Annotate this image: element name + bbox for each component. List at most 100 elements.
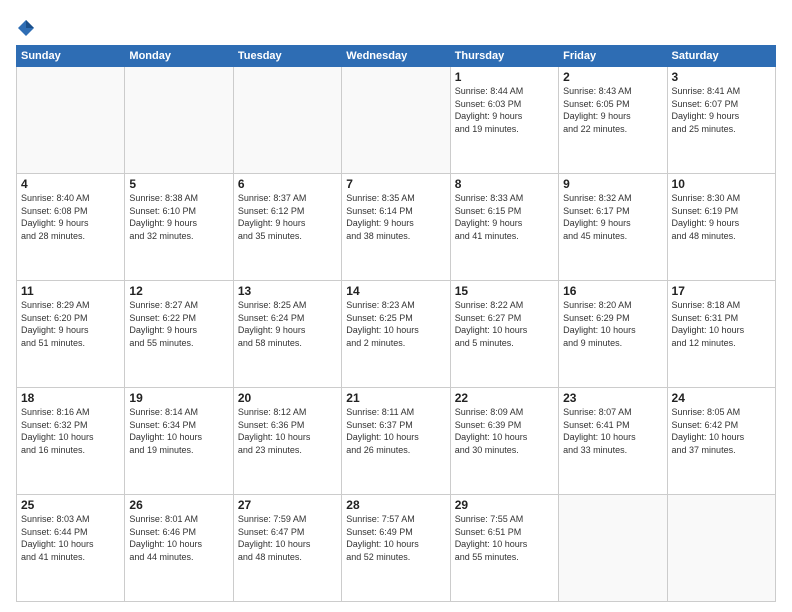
day-number: 11 (21, 284, 120, 298)
logo-text (16, 16, 35, 37)
day-info: Sunrise: 8:22 AM Sunset: 6:27 PM Dayligh… (455, 299, 554, 349)
week-row-1: 1Sunrise: 8:44 AM Sunset: 6:03 PM Daylig… (17, 67, 776, 174)
calendar-cell (342, 67, 450, 174)
day-info: Sunrise: 8:23 AM Sunset: 6:25 PM Dayligh… (346, 299, 445, 349)
day-number: 18 (21, 391, 120, 405)
calendar-cell (559, 495, 667, 602)
calendar-cell: 27Sunrise: 7:59 AM Sunset: 6:47 PM Dayli… (233, 495, 341, 602)
day-number: 2 (563, 70, 662, 84)
day-number: 19 (129, 391, 228, 405)
calendar-cell: 23Sunrise: 8:07 AM Sunset: 6:41 PM Dayli… (559, 388, 667, 495)
day-number: 29 (455, 498, 554, 512)
day-number: 22 (455, 391, 554, 405)
day-number: 7 (346, 177, 445, 191)
day-number: 5 (129, 177, 228, 191)
day-header-tuesday: Tuesday (233, 46, 341, 67)
day-number: 25 (21, 498, 120, 512)
day-number: 10 (672, 177, 771, 191)
day-info: Sunrise: 8:09 AM Sunset: 6:39 PM Dayligh… (455, 406, 554, 456)
day-info: Sunrise: 8:07 AM Sunset: 6:41 PM Dayligh… (563, 406, 662, 456)
header-row: SundayMondayTuesdayWednesdayThursdayFrid… (17, 46, 776, 67)
day-number: 28 (346, 498, 445, 512)
day-info: Sunrise: 8:32 AM Sunset: 6:17 PM Dayligh… (563, 192, 662, 242)
calendar-cell: 5Sunrise: 8:38 AM Sunset: 6:10 PM Daylig… (125, 174, 233, 281)
day-info: Sunrise: 8:37 AM Sunset: 6:12 PM Dayligh… (238, 192, 337, 242)
calendar-cell: 20Sunrise: 8:12 AM Sunset: 6:36 PM Dayli… (233, 388, 341, 495)
calendar-cell: 6Sunrise: 8:37 AM Sunset: 6:12 PM Daylig… (233, 174, 341, 281)
calendar-cell: 25Sunrise: 8:03 AM Sunset: 6:44 PM Dayli… (17, 495, 125, 602)
calendar-cell: 29Sunrise: 7:55 AM Sunset: 6:51 PM Dayli… (450, 495, 558, 602)
day-number: 4 (21, 177, 120, 191)
day-number: 17 (672, 284, 771, 298)
calendar-cell: 2Sunrise: 8:43 AM Sunset: 6:05 PM Daylig… (559, 67, 667, 174)
calendar-cell: 14Sunrise: 8:23 AM Sunset: 6:25 PM Dayli… (342, 281, 450, 388)
day-info: Sunrise: 8:35 AM Sunset: 6:14 PM Dayligh… (346, 192, 445, 242)
day-number: 9 (563, 177, 662, 191)
calendar-cell: 4Sunrise: 8:40 AM Sunset: 6:08 PM Daylig… (17, 174, 125, 281)
day-info: Sunrise: 8:01 AM Sunset: 6:46 PM Dayligh… (129, 513, 228, 563)
day-number: 15 (455, 284, 554, 298)
calendar-cell: 8Sunrise: 8:33 AM Sunset: 6:15 PM Daylig… (450, 174, 558, 281)
logo (16, 16, 36, 37)
calendar-cell: 12Sunrise: 8:27 AM Sunset: 6:22 PM Dayli… (125, 281, 233, 388)
day-info: Sunrise: 8:20 AM Sunset: 6:29 PM Dayligh… (563, 299, 662, 349)
day-info: Sunrise: 7:59 AM Sunset: 6:47 PM Dayligh… (238, 513, 337, 563)
day-number: 8 (455, 177, 554, 191)
calendar-cell: 21Sunrise: 8:11 AM Sunset: 6:37 PM Dayli… (342, 388, 450, 495)
day-header-saturday: Saturday (667, 46, 775, 67)
day-header-monday: Monday (125, 46, 233, 67)
calendar-cell: 24Sunrise: 8:05 AM Sunset: 6:42 PM Dayli… (667, 388, 775, 495)
day-info: Sunrise: 8:27 AM Sunset: 6:22 PM Dayligh… (129, 299, 228, 349)
calendar-body: 1Sunrise: 8:44 AM Sunset: 6:03 PM Daylig… (17, 67, 776, 602)
day-info: Sunrise: 8:40 AM Sunset: 6:08 PM Dayligh… (21, 192, 120, 242)
day-number: 6 (238, 177, 337, 191)
calendar-cell: 13Sunrise: 8:25 AM Sunset: 6:24 PM Dayli… (233, 281, 341, 388)
day-header-wednesday: Wednesday (342, 46, 450, 67)
calendar-cell: 26Sunrise: 8:01 AM Sunset: 6:46 PM Dayli… (125, 495, 233, 602)
calendar-cell: 19Sunrise: 8:14 AM Sunset: 6:34 PM Dayli… (125, 388, 233, 495)
day-number: 26 (129, 498, 228, 512)
page: SundayMondayTuesdayWednesdayThursdayFrid… (0, 0, 792, 612)
calendar-cell: 22Sunrise: 8:09 AM Sunset: 6:39 PM Dayli… (450, 388, 558, 495)
day-number: 14 (346, 284, 445, 298)
day-info: Sunrise: 8:03 AM Sunset: 6:44 PM Dayligh… (21, 513, 120, 563)
day-number: 3 (672, 70, 771, 84)
day-info: Sunrise: 8:25 AM Sunset: 6:24 PM Dayligh… (238, 299, 337, 349)
day-info: Sunrise: 8:12 AM Sunset: 6:36 PM Dayligh… (238, 406, 337, 456)
logo-wrapper (16, 16, 36, 37)
day-number: 27 (238, 498, 337, 512)
day-info: Sunrise: 8:44 AM Sunset: 6:03 PM Dayligh… (455, 85, 554, 135)
day-number: 24 (672, 391, 771, 405)
calendar-cell: 3Sunrise: 8:41 AM Sunset: 6:07 PM Daylig… (667, 67, 775, 174)
calendar-cell: 15Sunrise: 8:22 AM Sunset: 6:27 PM Dayli… (450, 281, 558, 388)
logo-icon (17, 19, 35, 37)
day-info: Sunrise: 8:05 AM Sunset: 6:42 PM Dayligh… (672, 406, 771, 456)
week-row-2: 4Sunrise: 8:40 AM Sunset: 6:08 PM Daylig… (17, 174, 776, 281)
day-info: Sunrise: 8:43 AM Sunset: 6:05 PM Dayligh… (563, 85, 662, 135)
day-info: Sunrise: 8:16 AM Sunset: 6:32 PM Dayligh… (21, 406, 120, 456)
calendar-cell: 17Sunrise: 8:18 AM Sunset: 6:31 PM Dayli… (667, 281, 775, 388)
week-row-3: 11Sunrise: 8:29 AM Sunset: 6:20 PM Dayli… (17, 281, 776, 388)
day-number: 20 (238, 391, 337, 405)
day-header-friday: Friday (559, 46, 667, 67)
calendar-cell: 28Sunrise: 7:57 AM Sunset: 6:49 PM Dayli… (342, 495, 450, 602)
day-number: 23 (563, 391, 662, 405)
calendar-cell: 1Sunrise: 8:44 AM Sunset: 6:03 PM Daylig… (450, 67, 558, 174)
header (16, 16, 776, 37)
day-info: Sunrise: 8:14 AM Sunset: 6:34 PM Dayligh… (129, 406, 228, 456)
day-info: Sunrise: 8:11 AM Sunset: 6:37 PM Dayligh… (346, 406, 445, 456)
calendar-cell (233, 67, 341, 174)
calendar-cell: 11Sunrise: 8:29 AM Sunset: 6:20 PM Dayli… (17, 281, 125, 388)
day-info: Sunrise: 8:33 AM Sunset: 6:15 PM Dayligh… (455, 192, 554, 242)
calendar-cell: 18Sunrise: 8:16 AM Sunset: 6:32 PM Dayli… (17, 388, 125, 495)
day-info: Sunrise: 8:38 AM Sunset: 6:10 PM Dayligh… (129, 192, 228, 242)
calendar-cell: 10Sunrise: 8:30 AM Sunset: 6:19 PM Dayli… (667, 174, 775, 281)
day-info: Sunrise: 8:41 AM Sunset: 6:07 PM Dayligh… (672, 85, 771, 135)
day-number: 12 (129, 284, 228, 298)
day-info: Sunrise: 8:18 AM Sunset: 6:31 PM Dayligh… (672, 299, 771, 349)
calendar-cell (17, 67, 125, 174)
day-number: 16 (563, 284, 662, 298)
calendar-cell (667, 495, 775, 602)
calendar-cell: 7Sunrise: 8:35 AM Sunset: 6:14 PM Daylig… (342, 174, 450, 281)
day-number: 1 (455, 70, 554, 84)
